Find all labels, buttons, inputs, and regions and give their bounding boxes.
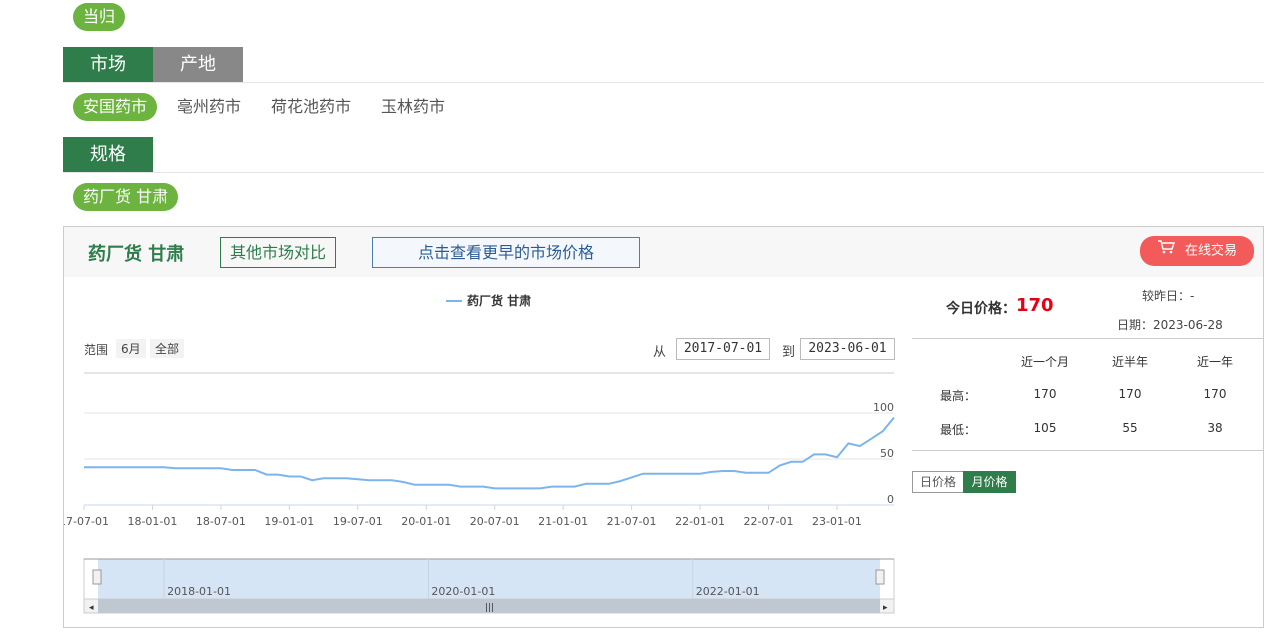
- x-tick-label: 21-07-01: [607, 515, 657, 528]
- y-tick-label: 50: [880, 447, 894, 460]
- x-tick-label: 18-01-01: [127, 515, 177, 528]
- stats-row-low-label: 最低：: [939, 423, 976, 437]
- x-tick-label: 19-01-01: [264, 515, 314, 528]
- stats-low-month: 105: [1033, 421, 1057, 435]
- trade-label: 在线交易: [1184, 243, 1237, 259]
- market-yulin[interactable]: 玉林药市: [381, 93, 445, 121]
- scroll-right-icon[interactable]: ▸: [883, 603, 888, 613]
- x-tick-label: 20-07-01: [470, 515, 520, 528]
- price-chart: 药厂货 甘肃 0 50 100 17-07-01 18-01-01 18-07-01 19…: [64, 293, 895, 614]
- market-bozhou[interactable]: 亳州药市: [177, 93, 241, 121]
- x-tick-label: 18-07-01: [196, 515, 246, 528]
- y-tick-label: 0: [887, 493, 894, 506]
- scroll-grip-icon[interactable]: |||: [485, 603, 494, 613]
- range-all-button[interactable]: 全部: [150, 339, 185, 358]
- x-tick-label: 22-07-01: [744, 515, 794, 528]
- tab-origin[interactable]: 产地: [153, 47, 243, 82]
- series-line: [84, 416, 895, 490]
- stats-divider-top: [912, 338, 1263, 339]
- daily-price-toggle[interactable]: 日价格: [912, 471, 964, 493]
- today-price-label: 今日价格：: [946, 301, 1016, 317]
- x-tick-label: 22-01-01: [675, 515, 725, 528]
- panel-title: 药厂货 甘肃: [88, 244, 185, 265]
- tab-market[interactable]: 市场: [63, 47, 153, 82]
- x-tick-label: 21-01-01: [538, 515, 588, 528]
- compare-yesterday: 较昨日：-: [1142, 289, 1195, 303]
- chart-grid: [84, 372, 894, 506]
- price-date: 日期：2023-06-28: [1117, 318, 1223, 332]
- tab-spec[interactable]: 规格: [63, 137, 153, 172]
- legend-label[interactable]: 药厂货 甘肃: [467, 293, 531, 308]
- navigator-label: 2018-01-01: [167, 585, 231, 598]
- scroll-left-icon[interactable]: ◂: [89, 603, 94, 613]
- from-date-input[interactable]: 2017-07-01: [676, 338, 770, 360]
- navigator-label: 2022-01-01: [696, 585, 760, 598]
- to-date-input[interactable]: 2023-06-01: [800, 338, 895, 360]
- compare-button[interactable]: 其他市场对比: [220, 237, 336, 268]
- history-button[interactable]: 点击查看更早的市场价格: [372, 237, 640, 268]
- navigator-handle-right[interactable]: [875, 569, 885, 585]
- range-label: 范围: [84, 343, 109, 357]
- x-tick-labels: 17-07-01 18-01-01 18-07-01 19-01-01 19-07-01…: [64, 505, 862, 528]
- stats-high-halfyear: 170: [1118, 387, 1142, 401]
- cart-icon: [1157, 236, 1175, 266]
- stats-low-halfyear: 55: [1122, 421, 1138, 435]
- from-label: 从: [653, 345, 667, 360]
- stats-col-halfyear: 近半年: [1111, 355, 1148, 369]
- tabbar-spec: 规格: [63, 137, 1264, 173]
- stats-low-year: 38: [1207, 421, 1223, 435]
- stats-high-year: 170: [1203, 387, 1227, 401]
- stats-col-month: 近一个月: [1020, 355, 1069, 369]
- herb-tag[interactable]: 当归: [73, 3, 126, 31]
- monthly-price-toggle[interactable]: 月价格: [963, 471, 1016, 493]
- stats-divider-bottom: [912, 450, 1263, 451]
- market-hehuachi[interactable]: 荷花池药市: [271, 93, 351, 121]
- trade-button[interactable]: 在线交易: [1140, 236, 1254, 266]
- y-tick-label: 100: [873, 401, 894, 414]
- tabbar-market: 市场 产地: [63, 47, 1264, 83]
- stats-col-year: 近一年: [1196, 355, 1233, 369]
- to-label: 到: [782, 345, 796, 360]
- x-tick-label: 17-07-01: [64, 515, 109, 528]
- price-panel: 药厂货 甘肃 其他市场对比 点击查看更早的市场价格 在线交易 药厂货 甘肃 0 5…: [63, 226, 1264, 628]
- y-tick-labels: 0 50 100: [873, 401, 894, 506]
- x-tick-label: 23-01-01: [812, 515, 862, 528]
- navigator-handle-left[interactable]: [92, 569, 102, 585]
- x-tick-label: 19-07-01: [333, 515, 383, 528]
- market-anguo[interactable]: 安国药市: [73, 93, 158, 121]
- stats-row-high-label: 最高：: [939, 389, 976, 403]
- spec-pill[interactable]: 药厂货 甘肃: [73, 183, 179, 211]
- x-tick-label: 20-01-01: [401, 515, 451, 528]
- today-price-value: 170: [1016, 295, 1054, 316]
- stats-high-month: 170: [1033, 387, 1057, 401]
- navigator-label: 2020-01-01: [431, 585, 495, 598]
- panel-header: 药厂货 甘肃 其他市场对比 点击查看更早的市场价格 在线交易: [64, 227, 1263, 277]
- range-6m-button[interactable]: 6月: [116, 339, 146, 358]
